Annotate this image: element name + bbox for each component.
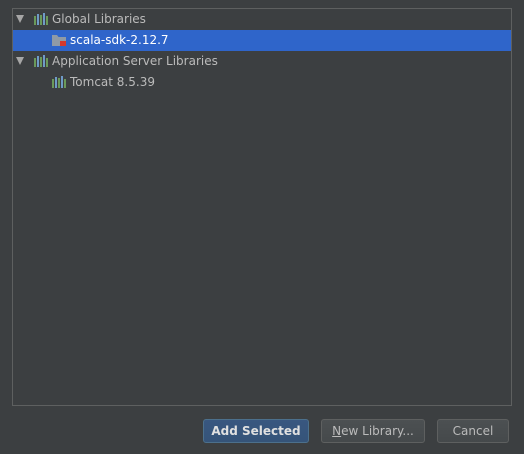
- add-selected-button[interactable]: Add Selected: [203, 419, 309, 443]
- tree-node-global-libraries[interactable]: Global Libraries: [13, 9, 511, 30]
- expand-arrow-icon[interactable]: [16, 57, 24, 65]
- mnemonic-letter: N: [332, 424, 342, 438]
- tree-node-scala-sdk[interactable]: scala-sdk-2.12.7: [13, 30, 511, 51]
- scala-sdk-folder-icon: [51, 33, 67, 47]
- tree-node-application-server-libraries[interactable]: Application Server Libraries: [13, 51, 511, 72]
- library-icon: [51, 75, 67, 89]
- library-icon: [33, 54, 49, 68]
- tree-node-label: Tomcat 8.5.39: [70, 75, 155, 89]
- new-library-button[interactable]: New Library...: [321, 419, 425, 443]
- cancel-button[interactable]: Cancel: [437, 419, 509, 443]
- tree-node-label: Global Libraries: [52, 12, 146, 26]
- expand-arrow-icon[interactable]: [16, 15, 24, 23]
- tree-node-label: Application Server Libraries: [52, 54, 218, 68]
- tree-node-label: scala-sdk-2.12.7: [70, 33, 169, 47]
- library-tree[interactable]: Global Libraries scala-sdk-2.12.7 Applic…: [12, 8, 512, 406]
- library-icon: [33, 12, 49, 26]
- tree-node-tomcat[interactable]: Tomcat 8.5.39: [13, 72, 511, 93]
- button-label: ew Library...: [341, 424, 414, 438]
